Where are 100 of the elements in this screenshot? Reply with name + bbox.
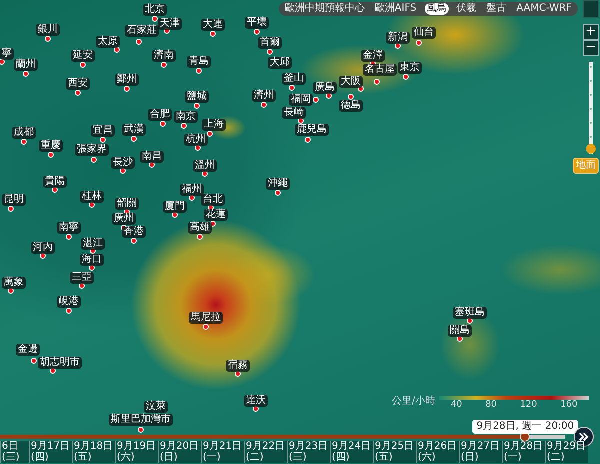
altitude-slider-thumb[interactable] [586, 144, 596, 154]
city-label: 河內 [31, 242, 55, 254]
city-label: 仙台 [412, 27, 436, 39]
city-marker [31, 358, 37, 364]
city-label: 南寧 [57, 222, 81, 234]
city-marker [305, 137, 311, 143]
city-label: 青島 [187, 56, 211, 68]
scale-tick-label: 160 [560, 400, 578, 410]
model-tab[interactable]: 風烏 [424, 3, 449, 15]
city-marker [197, 234, 203, 240]
city-label: 德島 [339, 100, 363, 112]
city-label: 重慶 [39, 140, 63, 152]
timeline-date[interactable]: 9月18日 (五) [72, 441, 115, 463]
city-label: 寧 [0, 48, 14, 60]
city-label: 長沙 [111, 157, 135, 169]
city-marker [194, 103, 200, 109]
city-label: 宜昌 [91, 125, 115, 137]
city-label: 香港 [122, 226, 146, 238]
city-label: 濟南 [152, 50, 176, 62]
timeline-date[interactable]: 9月28日 (一) [502, 441, 545, 463]
city-label: 萬象 [2, 277, 26, 289]
timeline-date[interactable]: 9月27日 (日) [459, 441, 502, 463]
city-marker [267, 49, 273, 55]
city-marker [160, 121, 166, 127]
city-marker [152, 16, 158, 22]
timeline-date[interactable]: 6日 (三) [0, 441, 29, 463]
city-marker [75, 90, 81, 96]
city-marker [131, 136, 137, 142]
city-label: 釜山 [282, 73, 306, 85]
city-marker [124, 86, 130, 92]
city-label: 花蓮 [204, 209, 228, 221]
city-label: 太原 [96, 36, 120, 48]
fast-forward-icon [579, 433, 589, 441]
scale-tick-label: 120 [520, 400, 538, 410]
city-label: 名古屋 [363, 64, 397, 76]
city-label: 鹿兒島 [295, 124, 329, 136]
timeline-date[interactable]: 9月20日 (日) [158, 441, 201, 463]
city-label: 天津 [158, 18, 182, 30]
city-marker [161, 62, 167, 68]
model-tab[interactable]: 伏羲 [454, 3, 479, 15]
timeline-date[interactable]: 9月29日 (二) [545, 441, 588, 463]
city-label: 鄭州 [115, 74, 139, 86]
model-tab[interactable]: 歐洲中期預報中心 [282, 3, 367, 15]
timeline-date[interactable]: 9月19日 (六) [115, 441, 158, 463]
zoom-in-button[interactable]: + [583, 24, 599, 40]
city-label: 大連 [201, 19, 225, 31]
scale-tick-label: 40 [450, 400, 462, 410]
city-marker [45, 36, 51, 42]
city-label: 武漢 [122, 124, 146, 136]
timeline-date[interactable]: 9月23日 (三) [287, 441, 330, 463]
slider-tick [590, 108, 592, 110]
city-marker [403, 74, 409, 80]
city-label: 蘭州 [14, 59, 38, 71]
city-label: 合肥 [148, 109, 172, 121]
timeline-date[interactable]: 9月22日 (二) [244, 441, 287, 463]
timeline-date[interactable]: 9月26日 (六) [416, 441, 459, 463]
city-label: 達沃 [244, 395, 268, 407]
city-label: 東京 [398, 62, 422, 74]
city-label: 福岡 [289, 94, 313, 106]
city-label: 金澤 [361, 50, 385, 62]
city-label: 大邱 [268, 57, 292, 69]
city-label: 北京 [143, 4, 167, 16]
timeline-date[interactable]: 9月17日 (四) [29, 441, 72, 463]
city-label: 福州 [180, 184, 204, 196]
city-label: 金邊 [16, 344, 40, 356]
timeline-date[interactable]: 9月21日 (一) [201, 441, 244, 463]
city-label: 馬尼拉 [189, 312, 223, 324]
city-label: 新潟 [386, 32, 410, 44]
city-label: 塞班島 [453, 307, 487, 319]
model-tab[interactable]: 歐洲AIFS [372, 3, 419, 15]
city-marker [289, 85, 295, 91]
legend-unit: 公里/小時 [392, 396, 436, 408]
city-marker [416, 40, 422, 46]
city-marker [181, 123, 187, 129]
city-label: 宿霧 [226, 360, 250, 372]
city-marker [66, 308, 72, 314]
city-label: 海口 [80, 254, 104, 266]
city-label: 大阪 [339, 76, 363, 88]
timeline-date[interactable]: 9月24日 (四) [330, 441, 373, 463]
city-marker [23, 71, 29, 77]
model-tab[interactable]: 盤古 [484, 3, 509, 15]
city-marker [275, 190, 281, 196]
timeline-date[interactable]: 9月25日 (五) [373, 441, 416, 463]
city-label: 上海 [202, 119, 226, 131]
city-marker [207, 131, 213, 137]
city-marker [374, 79, 380, 85]
city-marker [196, 68, 202, 74]
zoom-out-button[interactable]: − [583, 40, 599, 56]
model-tab[interactable]: AAMC-WRF [514, 3, 574, 15]
city-label: 銀川 [36, 24, 60, 36]
city-marker [210, 31, 216, 37]
slider-tick [590, 94, 592, 96]
city-label: 平壤 [245, 17, 269, 29]
city-marker [8, 206, 14, 212]
slider-tick [590, 66, 592, 68]
city-label: 廈門 [163, 201, 187, 213]
city-label: 汶萊 [144, 401, 168, 413]
city-label: 南昌 [140, 151, 164, 163]
city-label: 桂林 [80, 191, 104, 203]
city-marker [48, 152, 54, 158]
